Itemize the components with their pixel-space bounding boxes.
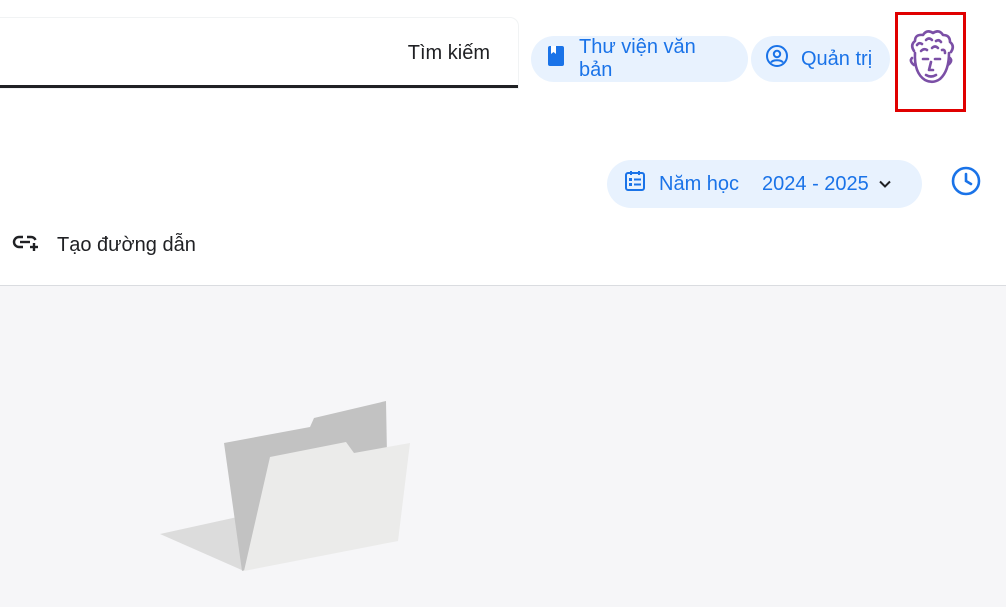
user-avatar-button[interactable] xyxy=(895,12,966,112)
empty-folder-illustration xyxy=(160,401,420,586)
history-button[interactable] xyxy=(949,166,983,200)
page: Tìm kiếm Thư viện văn bản Quản trị Năm h… xyxy=(0,0,1006,607)
library-label: Thư viện văn bản xyxy=(579,36,696,81)
admin-button[interactable]: Quản trị xyxy=(751,36,890,82)
year-value: 2024 - 2025 xyxy=(762,172,869,195)
create-link-label: Tạo đường dẫn xyxy=(57,233,196,256)
year-label: Năm học xyxy=(659,172,740,195)
avatar xyxy=(902,29,960,96)
link-add-icon xyxy=(12,232,40,258)
create-link-button[interactable]: Tạo đường dẫn xyxy=(12,230,196,260)
clock-icon xyxy=(950,165,982,202)
search-button[interactable]: Tìm kiếm xyxy=(408,42,490,65)
calendar-icon xyxy=(623,169,647,199)
search-box[interactable]: Tìm kiếm xyxy=(0,18,518,88)
school-year-selector[interactable]: Năm học 2024 - 2025 xyxy=(607,160,922,208)
admin-label: Quản trị xyxy=(801,47,873,70)
book-icon xyxy=(545,44,567,74)
user-circle-icon xyxy=(765,44,789,74)
content-area xyxy=(0,285,1006,607)
library-button[interactable]: Thư viện văn bản xyxy=(531,36,748,82)
chevron-down-icon xyxy=(877,176,893,192)
